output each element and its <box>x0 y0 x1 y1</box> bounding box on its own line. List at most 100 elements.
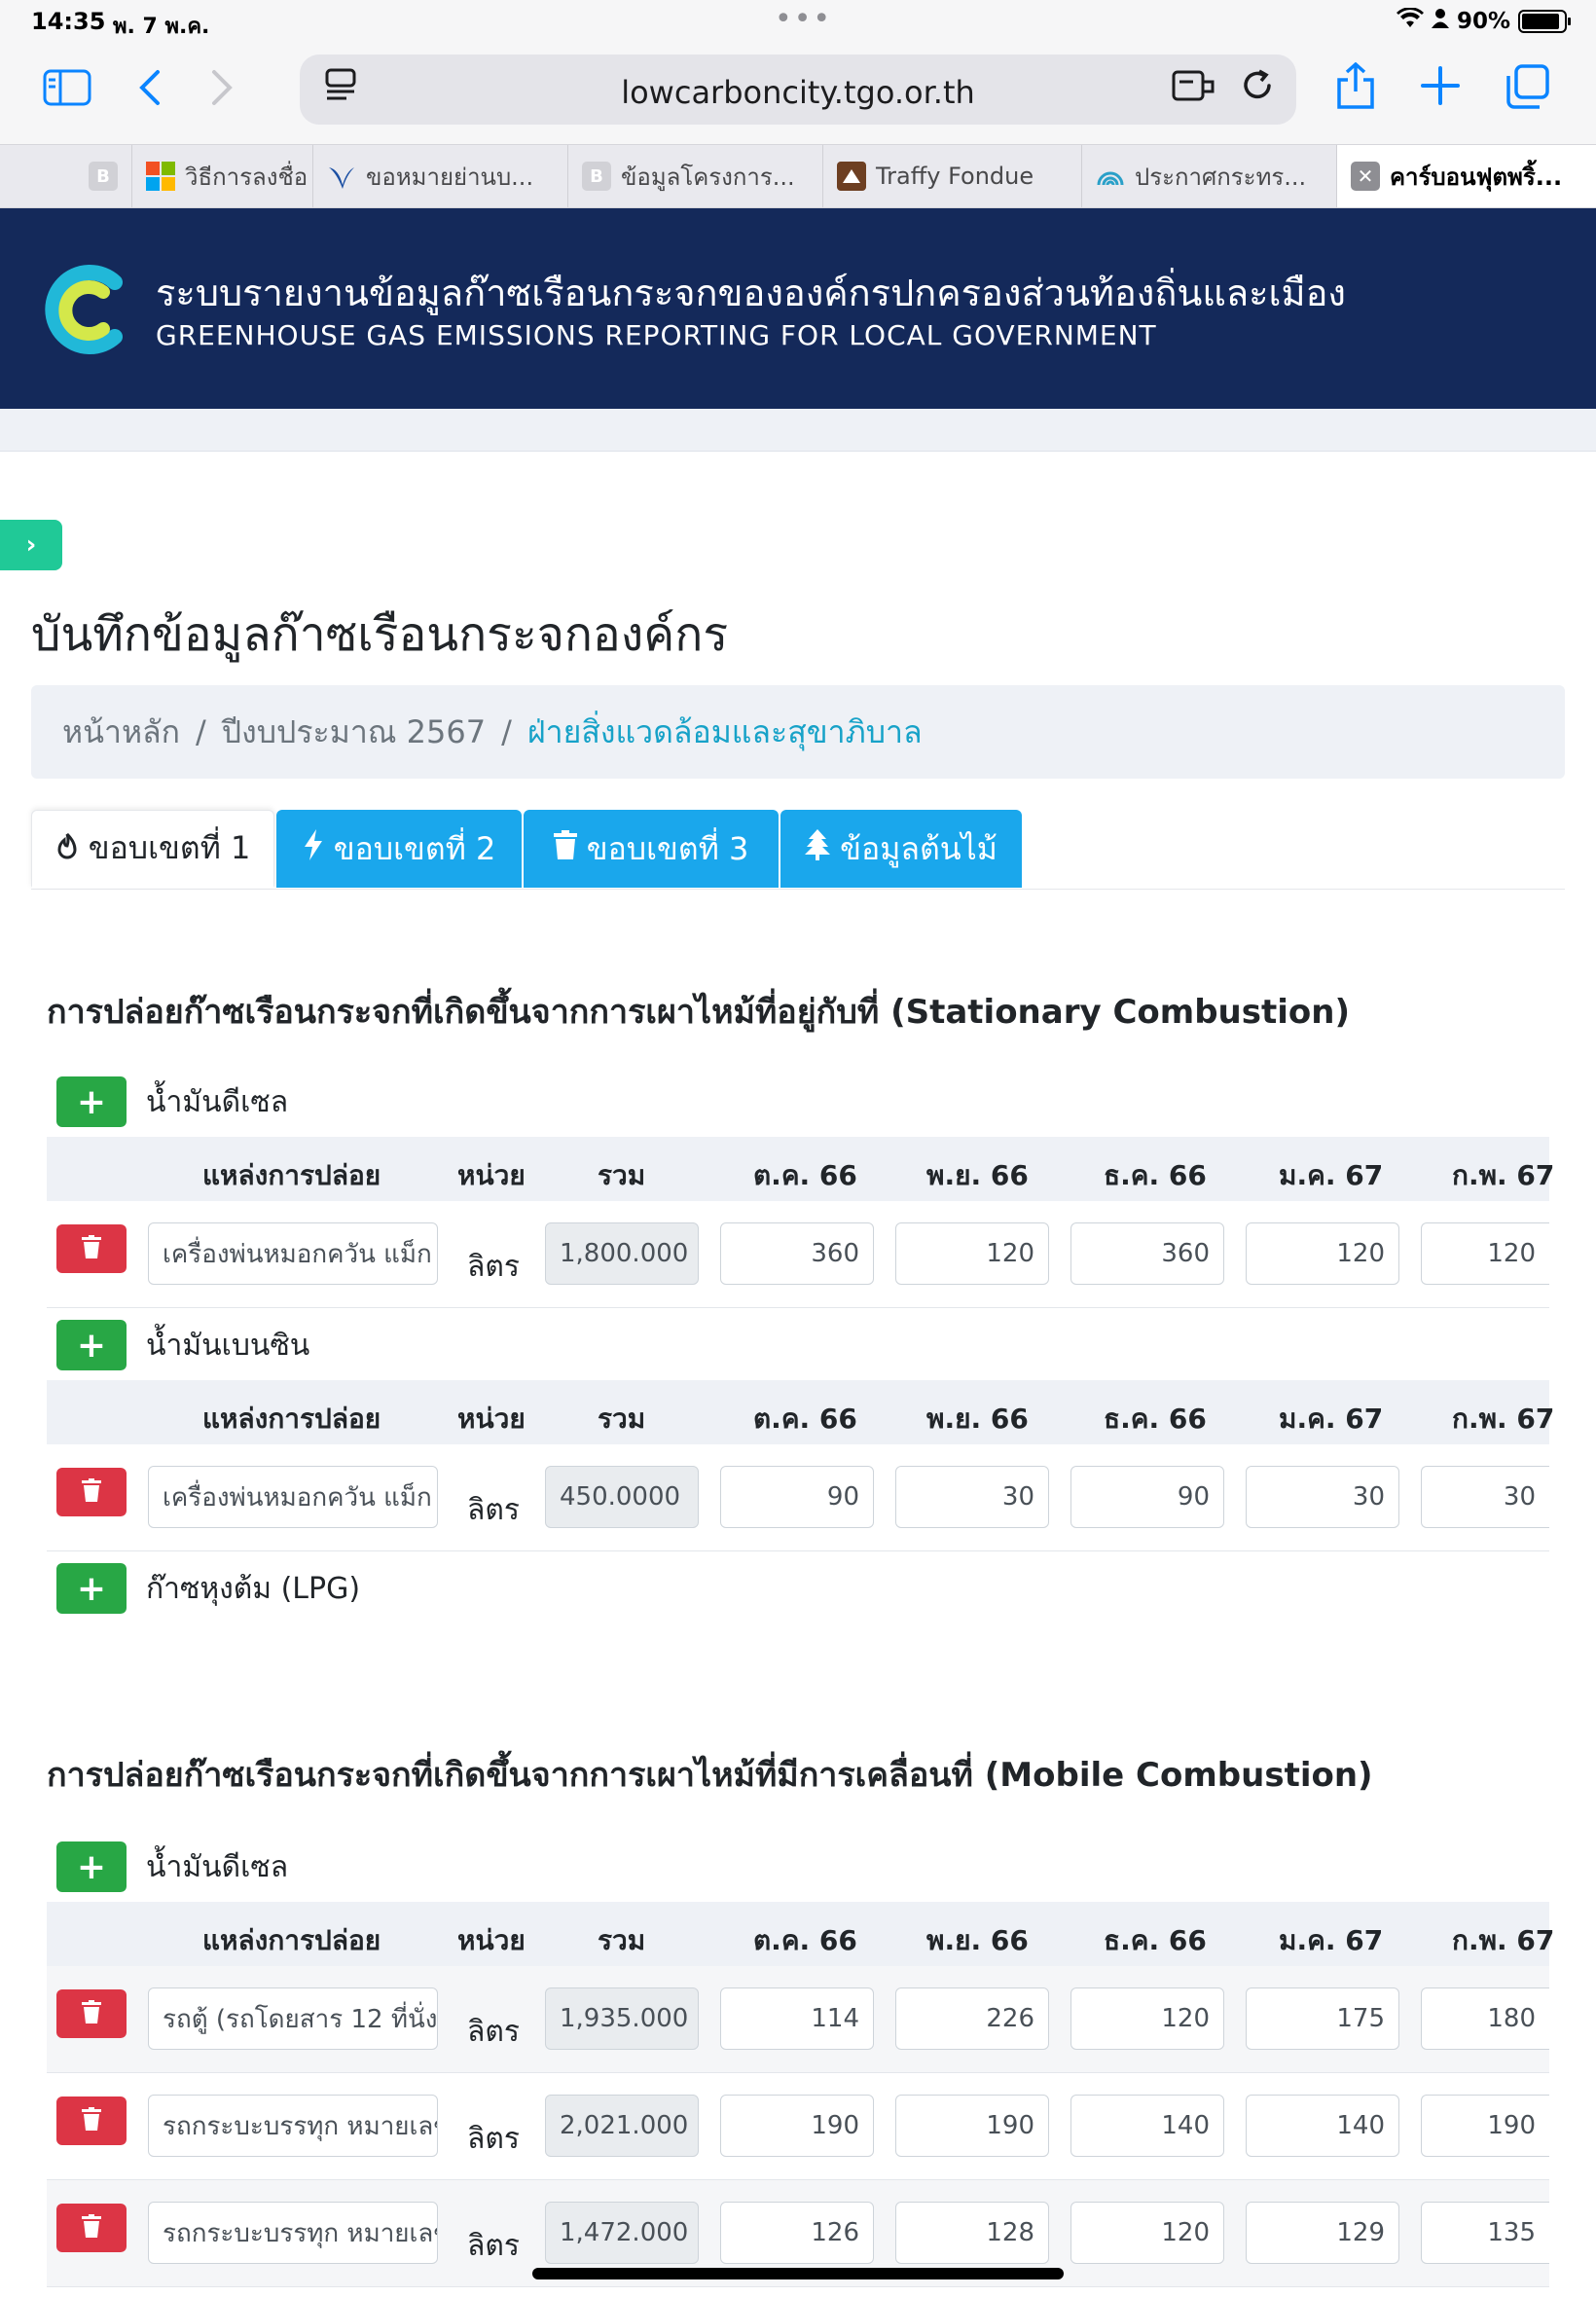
total-field: 450.0000 <box>545 1466 699 1528</box>
table-row: รถตู้ (รถโดยสาร 12 ที่นั่ง ลิตร 1,935.00… <box>47 1966 1549 2073</box>
multitask-dots-icon[interactable]: ••• <box>775 2 832 36</box>
sidebar-toggle-button[interactable]: › <box>0 520 62 570</box>
fuel-label: น้ำมันเบนซิน <box>146 1328 310 1363</box>
section-title-stationary: การปล่อยก๊าซเรือนกระจกที่เกิดขึ้นจากการเ… <box>47 993 1350 1032</box>
status-right: 90% <box>1396 7 1571 35</box>
status-time: 14:35 <box>31 8 106 35</box>
month-input[interactable]: 90 <box>720 1466 874 1528</box>
delete-row-button[interactable] <box>56 1989 127 2038</box>
month-input[interactable]: 190 <box>720 2095 874 2157</box>
month-input[interactable]: 175 <box>1246 1987 1399 2050</box>
header-title-en: GREENHOUSE GAS EMISSIONS REPORTING FOR L… <box>156 319 1157 351</box>
tab-label: ประกาศกระทร... <box>1135 163 1307 191</box>
tab-scope-1[interactable]: ขอบเขตที่ 1 <box>31 810 274 888</box>
browser-tab[interactable]: B <box>0 145 132 207</box>
month-input[interactable]: 90 <box>1070 1466 1224 1528</box>
month-input[interactable]: 140 <box>1070 2095 1224 2157</box>
month-input[interactable]: 120 <box>1246 1222 1399 1285</box>
fuel-label: น้ำมันดีเซล <box>146 1849 289 1884</box>
col-month: ธ.ค. 66 <box>1104 1403 1207 1435</box>
plus-icon: + <box>76 1846 107 1887</box>
month-input[interactable]: 190 <box>1421 2095 1549 2157</box>
month-input[interactable]: 140 <box>1246 2095 1399 2157</box>
tab-scope-3[interactable]: ขอบเขตที่ 3 <box>524 810 779 888</box>
reload-icon[interactable] <box>1240 68 1275 112</box>
add-row-button[interactable]: + <box>56 1076 127 1127</box>
rainbow-icon <box>1096 162 1125 191</box>
delete-row-button[interactable] <box>56 1468 127 1516</box>
tab-scope-2[interactable]: ขอบเขตที่ 2 <box>276 810 522 888</box>
month-input[interactable]: 126 <box>720 2202 874 2264</box>
month-input[interactable]: 190 <box>895 2095 1049 2157</box>
source-input[interactable]: เครื่องพ่นหมอกควัน แม็ก <box>148 1466 438 1528</box>
month-input[interactable]: 114 <box>720 1987 874 2050</box>
browser-tab[interactable]: ขอหมายย่านบ... <box>313 145 568 207</box>
unit-label: ลิตร <box>467 2015 520 2049</box>
scope-tabs: ขอบเขตที่ 1 ขอบเขตที่ 2 ขอบเขตที่ 3 ข้อม… <box>31 810 1565 890</box>
sidebar-icon[interactable] <box>43 68 91 114</box>
browser-tab[interactable]: วิธีการลงชื่อ <box>132 145 313 207</box>
site-logo-icon[interactable] <box>45 263 132 356</box>
breadcrumb: หน้าหลัก / ปีงบประมาณ 2567 / ฝ่ายสิ่งแวด… <box>31 685 1565 779</box>
month-input[interactable]: 30 <box>895 1466 1049 1528</box>
browser-tab[interactable]: Traffy Fondue <box>823 145 1082 207</box>
source-input[interactable]: รถกระบะบรรทุก หมายเลข <box>148 2202 438 2264</box>
month-input[interactable]: 360 <box>1070 1222 1224 1285</box>
source-input[interactable]: รถตู้ (รถโดยสาร 12 ที่นั่ง <box>148 1987 438 2050</box>
address-bar[interactable]: lowcarboncity.tgo.or.th <box>300 55 1296 125</box>
col-month: ม.ค. 67 <box>1279 1403 1384 1435</box>
tab-label: Traffy Fondue <box>876 163 1034 190</box>
month-input[interactable]: 180 <box>1421 1987 1549 2050</box>
month-input[interactable]: 360 <box>720 1222 874 1285</box>
add-row-button[interactable]: + <box>56 1563 127 1614</box>
breadcrumb-home[interactable]: หน้าหลัก <box>62 708 180 757</box>
month-input[interactable]: 120 <box>1070 2202 1224 2264</box>
delete-row-button[interactable] <box>56 1224 127 1273</box>
month-input[interactable]: 120 <box>1421 1222 1549 1285</box>
source-input[interactable]: รถกระบะบรรทุก หมายเลข <box>148 2095 438 2157</box>
browser-tab[interactable]: ประกาศกระทร... <box>1082 145 1337 207</box>
page-title: บันทึกข้อมูลก๊าซเรือนกระจกองค์กร <box>31 607 729 662</box>
plus-icon: + <box>76 1081 107 1122</box>
month-input[interactable]: 30 <box>1421 1466 1549 1528</box>
trash-icon <box>82 1478 101 1506</box>
delete-row-button[interactable] <box>56 2096 127 2145</box>
add-row-button[interactable]: + <box>56 1320 127 1370</box>
delete-row-button[interactable] <box>56 2204 127 2252</box>
unit-label: ลิตร <box>467 2122 520 2156</box>
trash-icon <box>82 1235 101 1262</box>
month-input[interactable]: 120 <box>1070 1987 1224 2050</box>
month-input[interactable]: 30 <box>1246 1466 1399 1528</box>
reader-extension-icon[interactable] <box>1172 68 1215 112</box>
month-input[interactable]: 120 <box>895 1222 1049 1285</box>
lightning-icon <box>303 829 324 868</box>
header-strip <box>0 409 1596 452</box>
new-tab-plus-icon[interactable] <box>1421 66 1460 112</box>
add-row-button[interactable]: + <box>56 1841 127 1892</box>
source-input[interactable]: เครื่องพ่นหมอกควัน แม็ก <box>148 1222 438 1285</box>
close-tab-icon[interactable]: ✕ <box>1351 162 1380 191</box>
trash-icon <box>82 2214 101 2242</box>
trash-icon <box>82 2107 101 2134</box>
tab-label: ขอบเขตที่ 1 <box>88 829 251 866</box>
breadcrumb-year[interactable]: ปีงบประมาณ 2567 <box>222 708 486 757</box>
month-input[interactable]: 128 <box>895 2202 1049 2264</box>
month-input[interactable]: 226 <box>895 1987 1049 2050</box>
home-indicator[interactable] <box>532 2268 1064 2279</box>
tab-overview-icon[interactable] <box>1505 64 1551 116</box>
month-input[interactable]: 135 <box>1421 2202 1549 2264</box>
month-input[interactable]: 129 <box>1246 2202 1399 2264</box>
browser-tab[interactable]: B ข้อมูลโครงการ... <box>568 145 823 207</box>
fuel-label: น้ำมันดีเซล <box>146 1084 289 1119</box>
header-title-th: ระบบรายงานข้อมูลก๊าซเรือนกระจกขององค์กรป… <box>156 272 1346 314</box>
table-row: รถกระบะบรรทุก หมายเลข ลิตร 2,021.000 190… <box>47 2073 1549 2180</box>
share-icon[interactable] <box>1335 61 1376 116</box>
tab-label: วิธีการลงชื่อ <box>185 163 308 191</box>
section-title-mobile: การปล่อยก๊าซเรือนกระจกที่เกิดขึ้นจากการเ… <box>47 1756 1373 1795</box>
tab-tree-data[interactable]: ข้อมูลต้นไม้ <box>780 810 1022 888</box>
browser-tab-active[interactable]: ✕ คาร์บอนฟุตพริ้... <box>1337 145 1596 207</box>
site-header: ระบบรายงานข้อมูลก๊าซเรือนกระจกขององค์กรป… <box>0 208 1596 409</box>
back-icon[interactable] <box>136 68 162 114</box>
forward-icon[interactable] <box>210 68 236 114</box>
total-field: 1,472.000 <box>545 2202 699 2264</box>
